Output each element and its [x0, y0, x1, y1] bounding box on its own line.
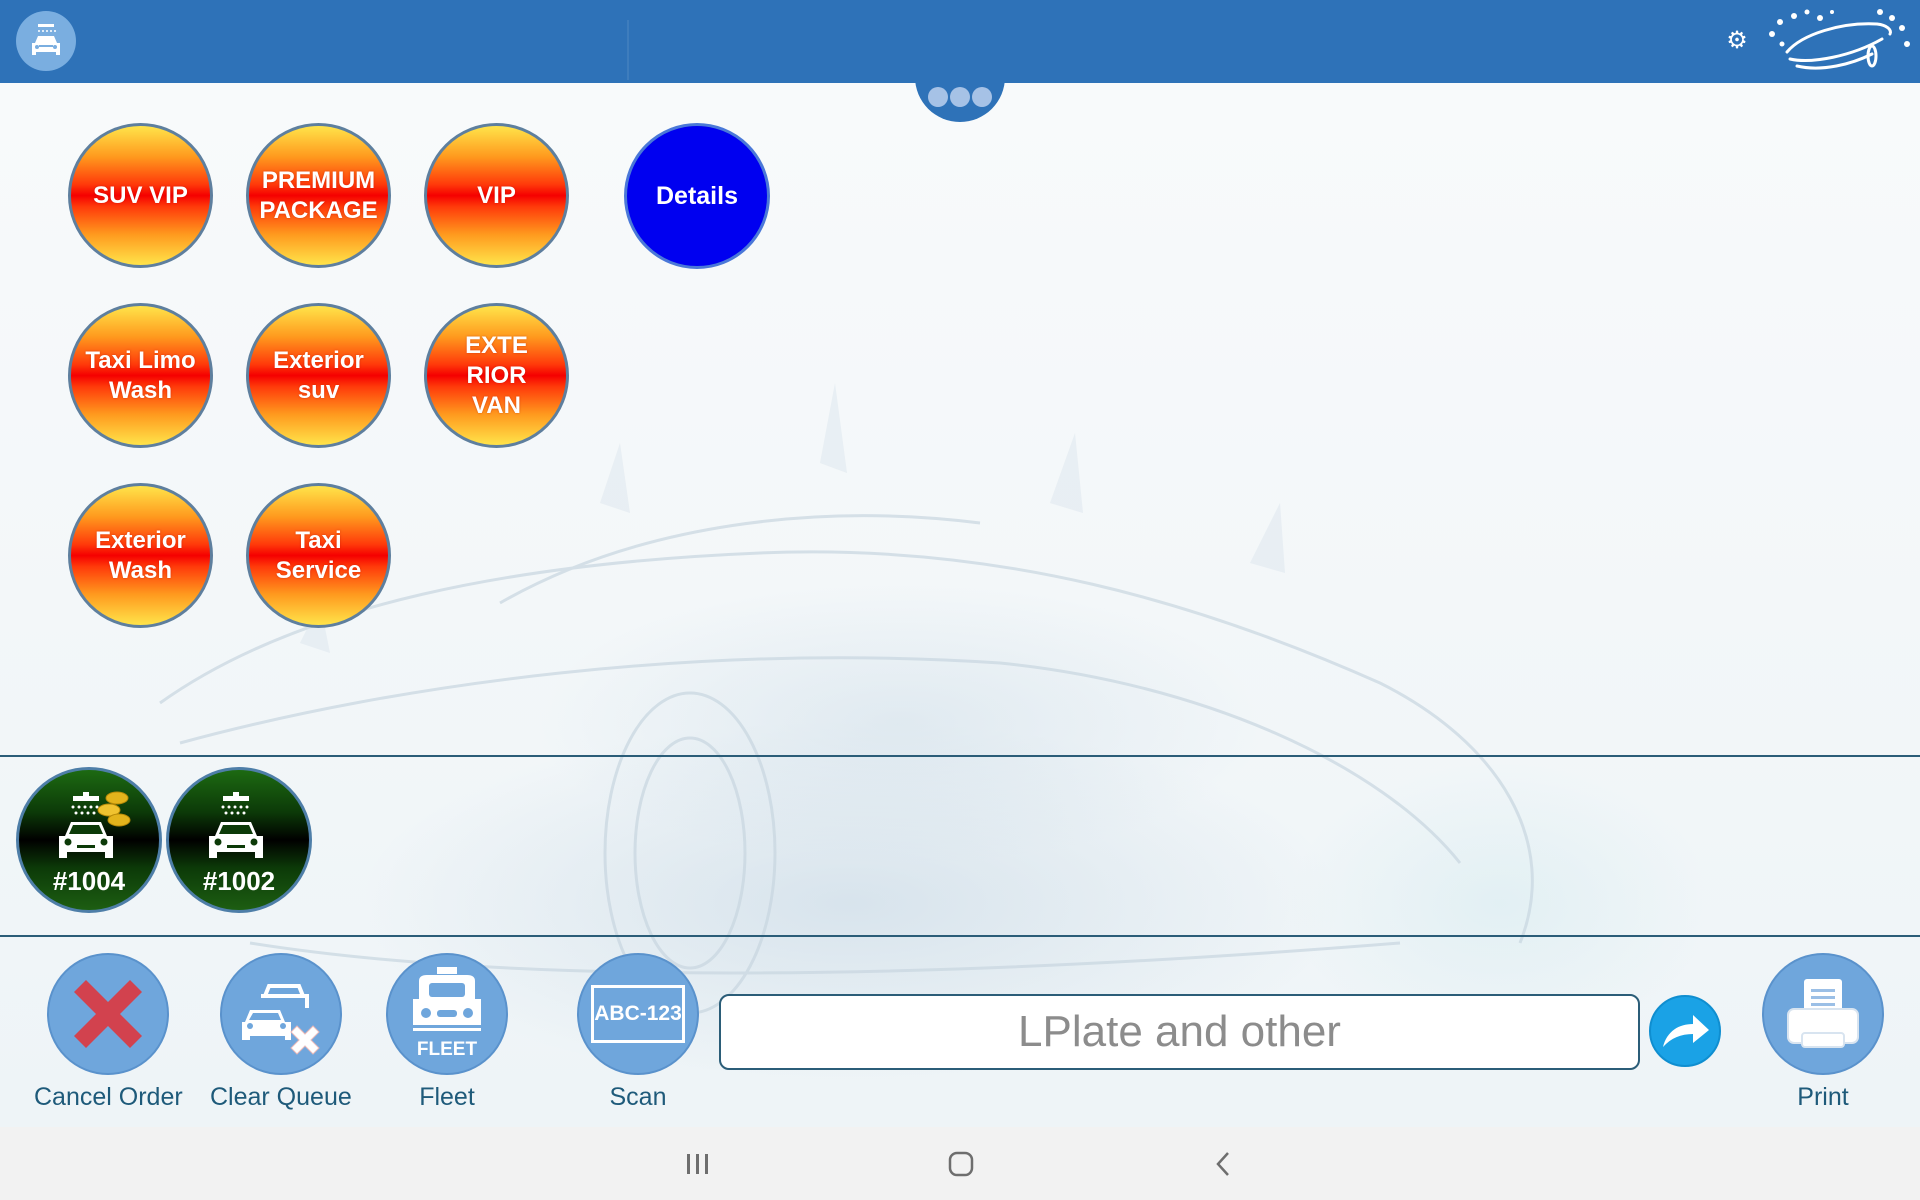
back-icon [1216, 1152, 1229, 1176]
queue-item-1004[interactable]: #1004 [16, 767, 162, 913]
recents-button[interactable] [678, 1147, 718, 1181]
service-label: Exterior Wash [95, 526, 186, 584]
clear-queue-icon-circle [219, 953, 342, 1075]
close-x-icon [74, 980, 143, 1048]
cancel-order-label: Cancel Order [34, 1083, 183, 1111]
clear-queue-button[interactable]: Clear Queue [210, 953, 352, 1112]
service-taxi-limo-wash-button[interactable]: Taxi Limo Wash [68, 303, 213, 448]
print-icon-circle [1762, 953, 1884, 1075]
clear-queue-label: Clear Queue [210, 1083, 352, 1111]
more-dots-icon [928, 87, 948, 107]
more-dots-icon [950, 87, 970, 107]
service-vip-button[interactable]: VIP [424, 123, 569, 268]
fleet-icon-circle: FLEET [386, 953, 508, 1075]
service-label: Taxi Service [275, 526, 362, 584]
submit-plate-button[interactable] [1649, 995, 1721, 1067]
home-button[interactable] [941, 1147, 981, 1181]
queue-order-number: #1004 [52, 866, 126, 896]
car-wash-icon [32, 24, 60, 55]
system-navigation-bar [0, 1127, 1920, 1200]
license-plate-input[interactable] [719, 994, 1640, 1070]
fleet-button[interactable]: FLEET Fleet [386, 953, 508, 1112]
license-plate-icon: ABC-123 [591, 985, 685, 1043]
recents-icon [687, 1154, 708, 1174]
service-taxi-service-button[interactable]: Taxi Service [246, 483, 391, 628]
details-button[interactable]: Details [624, 123, 770, 269]
queue-order-number: #1002 [202, 866, 276, 896]
more-dots-icon [972, 87, 992, 107]
app-logo-button[interactable] [16, 11, 76, 71]
car-splash-logo [1769, 9, 1910, 70]
coins-icon [97, 791, 131, 827]
plate-icon-text: ABC-123 [594, 1002, 682, 1025]
taxi-fleet-icon: FLEET [413, 967, 481, 1060]
service-label: Exterior suv [273, 346, 364, 404]
car-wash-coins-icon [53, 791, 131, 864]
details-label: Details [656, 181, 738, 210]
fleet-label: Fleet [419, 1083, 475, 1111]
service-label: Taxi Limo Wash [85, 346, 196, 404]
service-label: EXTE RIOR VAN [465, 331, 528, 419]
fleet-badge-text: FLEET [417, 1039, 478, 1060]
service-label: VIP [477, 181, 516, 209]
cancel-order-button[interactable]: Cancel Order [34, 953, 183, 1112]
header-separator [627, 20, 629, 80]
clear-queue-icon [241, 984, 320, 1055]
scan-icon-circle: ABC-123 [577, 953, 699, 1075]
service-exterior-suv-button[interactable]: Exterior suv [246, 303, 391, 448]
scan-label: Scan [609, 1083, 667, 1111]
forward-arrow-icon [1663, 1015, 1709, 1047]
back-button[interactable] [1204, 1147, 1244, 1181]
scan-button[interactable]: ABC-123 Scan [577, 953, 699, 1112]
queue-item-1002[interactable]: #1002 [166, 767, 312, 913]
service-exterior-wash-button[interactable]: Exterior Wash [68, 483, 213, 628]
service-premium-package-button[interactable]: PREMIUM PACKAGE [246, 123, 391, 268]
service-label: SUV VIP [93, 181, 188, 209]
home-icon [948, 1151, 974, 1177]
queue-top-divider [0, 755, 1920, 757]
cancel-order-icon-circle [47, 953, 170, 1075]
service-label: PREMIUM PACKAGE [259, 166, 378, 224]
service-exterior-van-button[interactable]: EXTE RIOR VAN [424, 303, 569, 448]
printer-icon [1787, 979, 1859, 1048]
service-suv-vip-button[interactable]: SUV VIP [68, 123, 213, 268]
gear-icon[interactable]: ⚙ [1726, 29, 1748, 53]
print-label: Print [1797, 1083, 1849, 1111]
print-button[interactable]: Print [1762, 953, 1884, 1112]
queue-bottom-divider [0, 935, 1920, 937]
car-wash-icon [203, 792, 275, 864]
